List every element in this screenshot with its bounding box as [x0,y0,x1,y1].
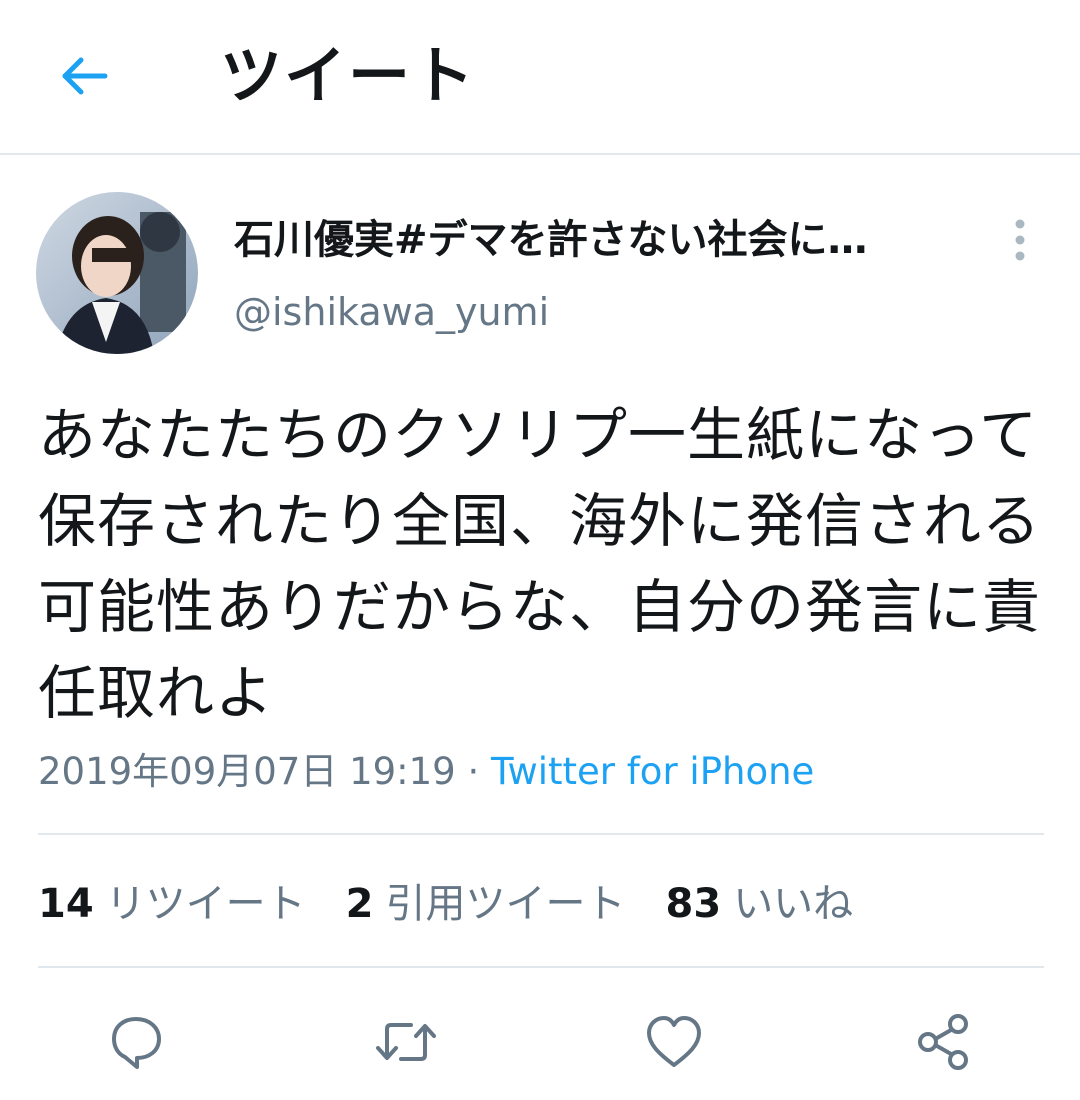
reply-icon [112,1017,161,1069]
timestamp: 2019年09月07日 19:19 [38,750,456,793]
share-button[interactable] [912,1010,976,1074]
retweet-button[interactable] [374,1010,438,1074]
divider [38,966,1044,968]
arrow-left-icon [62,57,108,95]
reply-button[interactable] [104,1010,168,1074]
likes-stat[interactable]: 83 いいね [666,876,854,932]
quotes-count: 2 [345,881,374,927]
likes-label: いいね [733,881,854,927]
back-button[interactable] [52,44,116,108]
quotes-stat[interactable]: 2 引用ツイート [346,876,626,932]
likes-count: 83 [665,881,722,927]
vertical-ellipsis-icon [1015,219,1025,261]
top-bar: ツイート [0,0,1080,155]
retweets-stat[interactable]: 14 リツイート [38,876,306,932]
retweets-label: リツイート [105,881,306,927]
quotes-label: 引用ツイート [385,881,626,927]
display-name[interactable]: 石川優実#デマを許さない社会に… [234,212,934,268]
source-link[interactable]: Twitter for iPhone [491,750,814,793]
like-button[interactable] [642,1010,706,1074]
share-icon [918,1014,968,1070]
meta-separator: · [467,750,480,793]
user-handle[interactable]: @ishikawa_yumi [234,286,549,338]
divider [38,833,1044,835]
tweet-meta: 2019年09月07日 19:19 · Twitter for iPhone [38,746,814,798]
heart-icon [647,1016,701,1067]
retweets-count: 14 [38,881,94,927]
more-options-button[interactable] [1000,212,1040,268]
avatar[interactable] [36,192,198,354]
page-title: ツイート [220,39,477,112]
engagement-stats: 14 リツイート 2 引用ツイート 83 いいね [38,876,893,932]
tweet-text: あなたたちのクソリプ一生紙になって保存されたり全国、海外に発信される可能性ありだ… [38,401,1042,727]
retweet-icon [376,1023,436,1061]
